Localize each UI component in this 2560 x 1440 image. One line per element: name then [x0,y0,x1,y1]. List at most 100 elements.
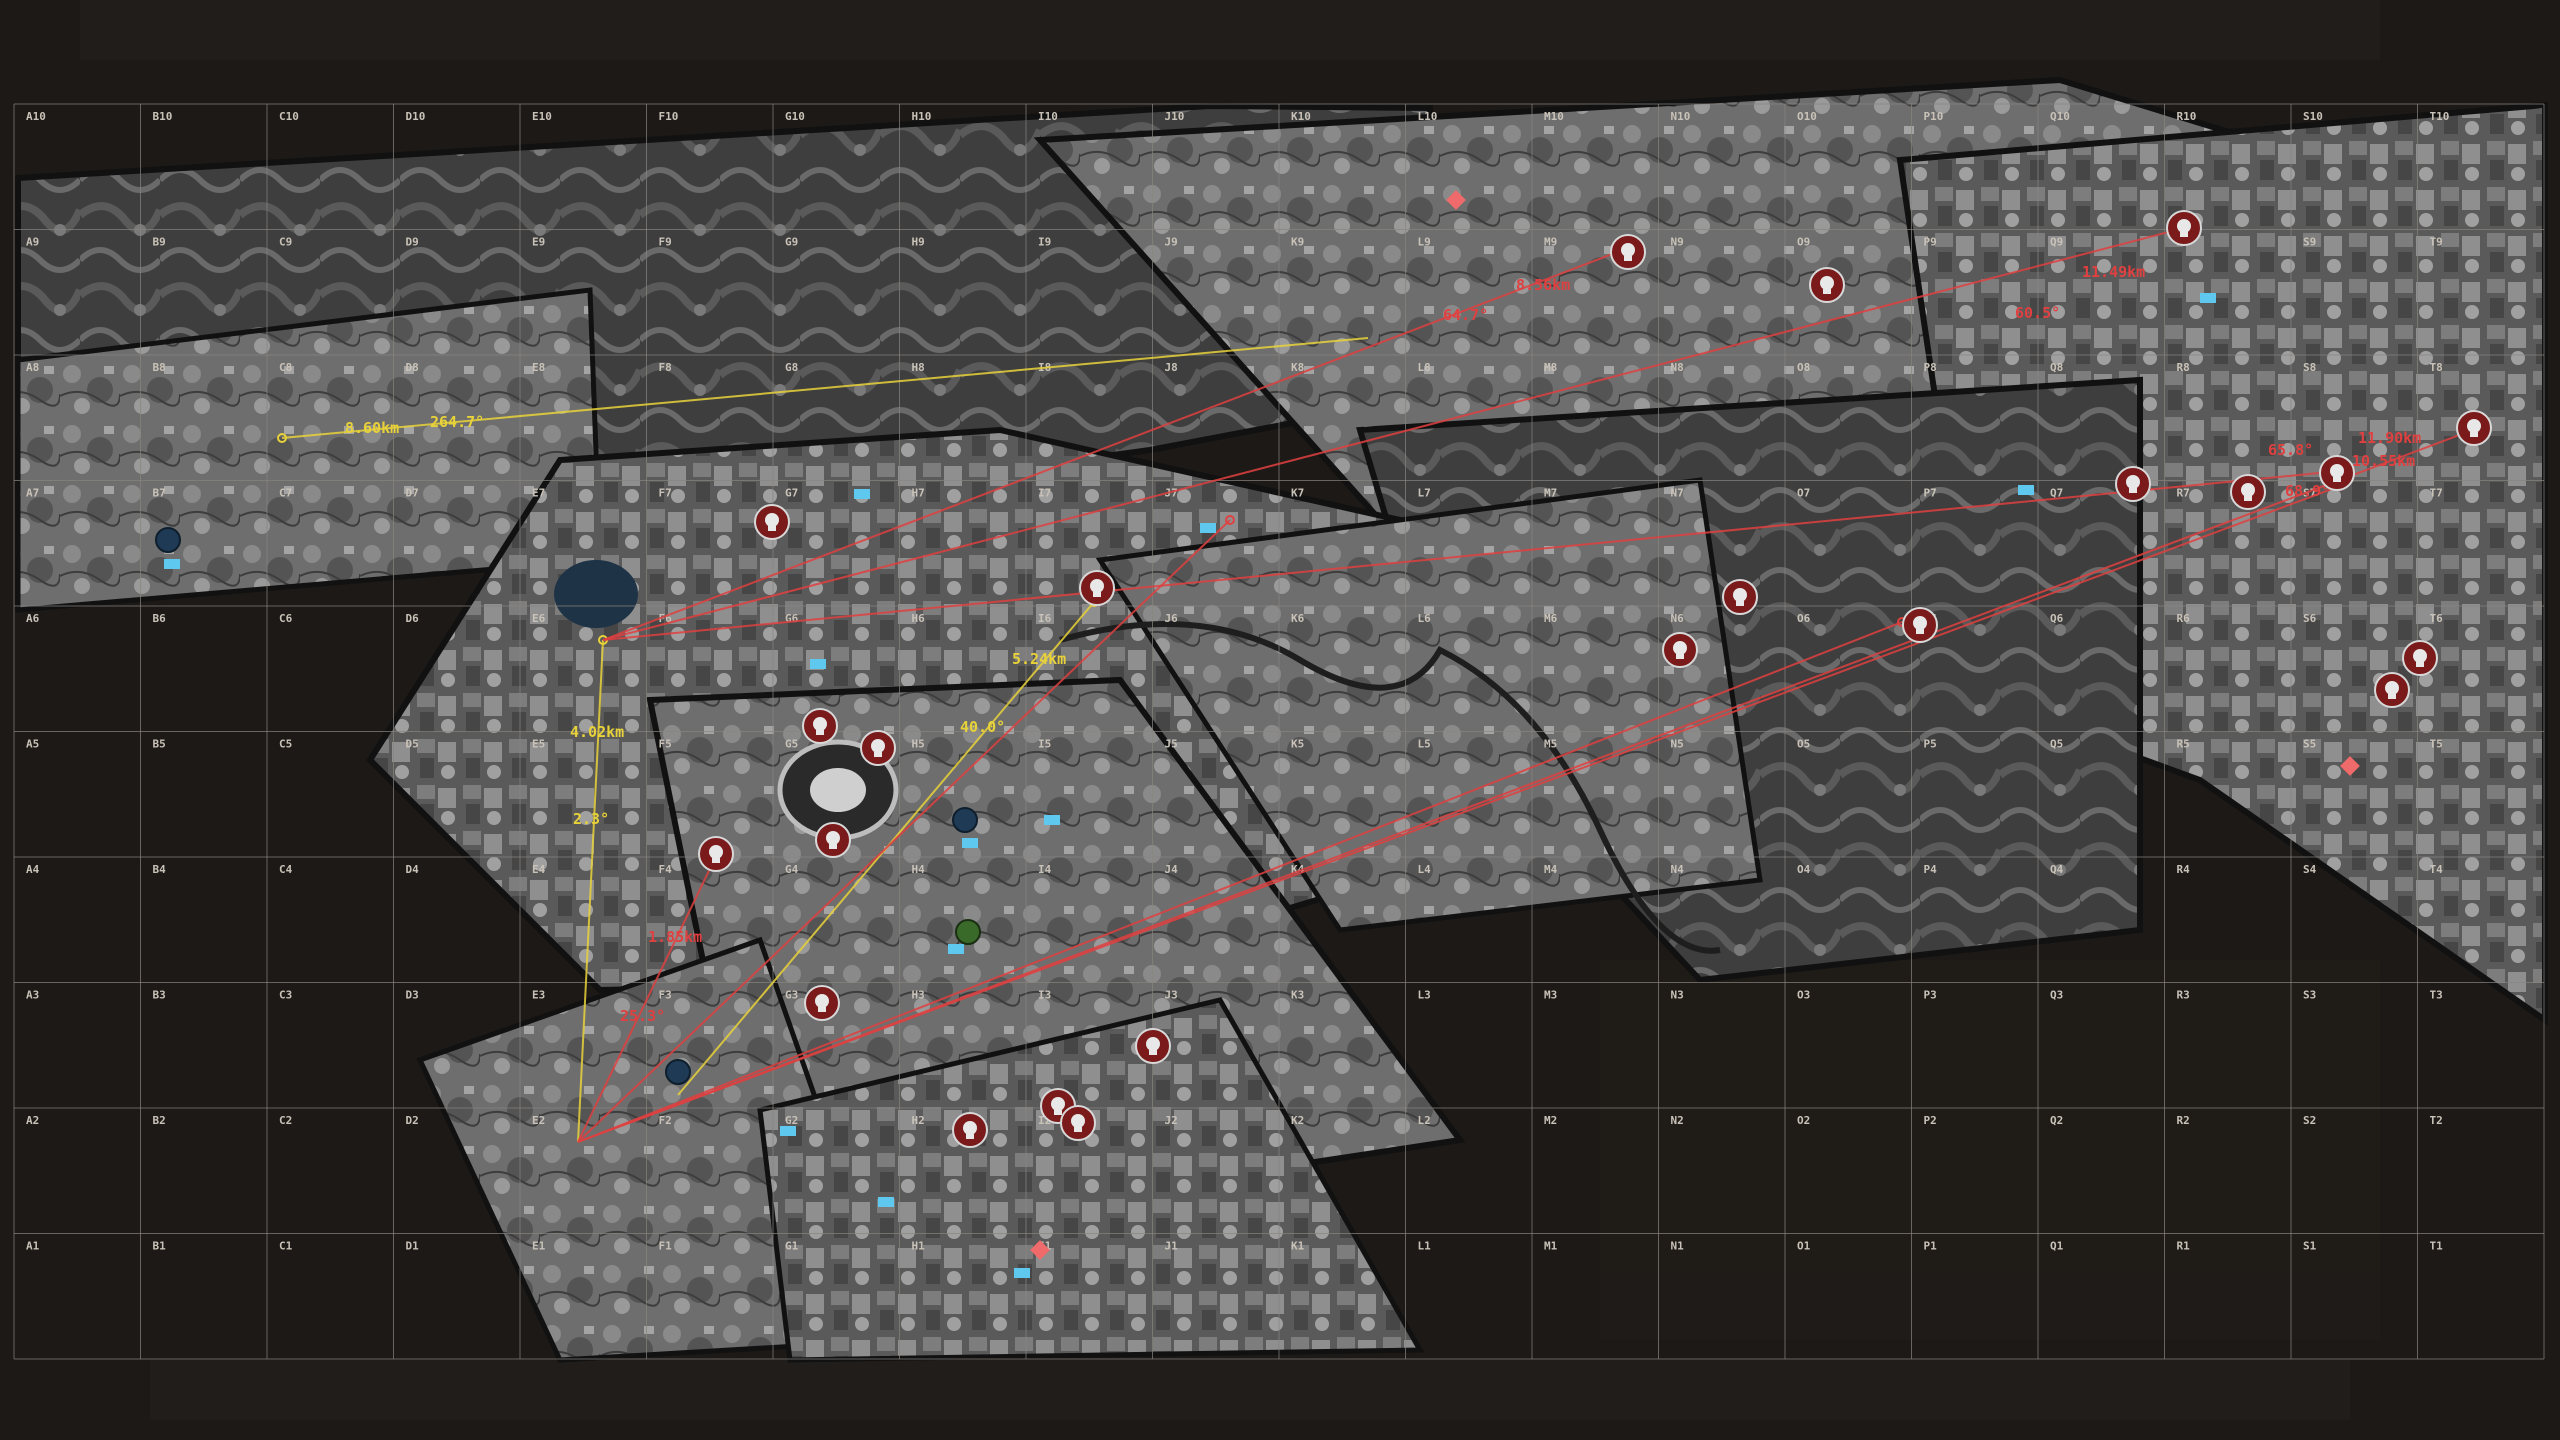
skull-marker-icon[interactable] [2115,466,2151,502]
measurement-distance: 1.85km [648,928,702,946]
grid-cell-label: F9 [659,236,672,249]
grid-cell-label: H9 [912,236,925,249]
grid-cell-label: G5 [785,738,798,751]
skull-marker-icon[interactable] [2456,410,2492,446]
intel-tag-icon[interactable] [948,944,964,954]
grid-cell-label: O1 [1797,1240,1811,1253]
skull-marker-icon[interactable] [1902,607,1938,643]
grid-cell-label: G4 [785,863,799,876]
grid-cell-label: Q4 [2050,863,2064,876]
grid-cell-label: T10 [2430,110,2450,123]
grid-cell-label: E6 [532,612,546,625]
intel-tag-icon[interactable] [1014,1268,1030,1278]
grid-cell-label: R3 [2177,989,2190,1002]
grid-cell-label: N4 [1671,863,1685,876]
grid-cell-label: M2 [1544,1114,1557,1127]
grid-cell-label: A9 [26,236,39,249]
skull-marker-icon[interactable] [860,730,896,766]
grid-cell-label: O10 [1797,110,1817,123]
grid-cell-label: Q9 [2050,236,2063,249]
grid-cell-label: T6 [2430,612,2444,625]
grid-cell-label: I9 [1038,236,1051,249]
grid-cell-label: E9 [532,236,545,249]
grid-cell-label: Q1 [2050,1240,2064,1253]
skull-marker-icon[interactable] [804,985,840,1021]
grid-cell-label: F4 [659,863,673,876]
grid-cell-label: H1 [912,1240,926,1253]
grid-cell-label: B8 [153,361,166,374]
skull-marker-icon[interactable] [2402,640,2438,676]
intel-tag-icon[interactable] [962,838,978,848]
grid-cell-label: A6 [26,612,40,625]
grid-cell-label: H2 [912,1114,925,1127]
skull-marker-icon[interactable] [1809,267,1845,303]
grid-cell-label: I10 [1038,110,1058,123]
skull-marker-icon[interactable] [1060,1105,1096,1141]
grid-cell-label: S4 [2303,863,2317,876]
grid-cell-label: S3 [2303,989,2316,1002]
intel-tag-icon[interactable] [2200,293,2216,303]
intel-tag-icon[interactable] [2018,485,2034,495]
grid-cell-label: L8 [1418,361,1431,374]
grid-cell-label: E10 [532,110,552,123]
skull-marker-icon[interactable] [815,822,851,858]
grid-cell-label: F2 [659,1114,672,1127]
skull-marker-icon[interactable] [1079,570,1115,606]
intel-tag-icon[interactable] [164,559,180,569]
skull-marker-icon[interactable] [2230,474,2266,510]
lake [554,560,638,628]
grid-cell-label: J2 [1165,1114,1178,1127]
grid-cell-label: J10 [1165,110,1185,123]
green-pin-icon[interactable] [955,919,981,945]
grid-cell-label: C3 [279,989,292,1002]
skull-marker-icon[interactable] [1135,1028,1171,1064]
skull-marker-icon[interactable] [754,504,790,540]
intel-tag-icon[interactable] [810,659,826,669]
skull-marker-icon[interactable] [2374,672,2410,708]
grid-cell-label: C8 [279,361,292,374]
skull-marker-icon[interactable] [698,836,734,872]
grid-cell-label: R7 [2177,487,2190,500]
skull-marker-icon[interactable] [2166,210,2202,246]
grid-cell-label: R8 [2177,361,2190,374]
grid-cell-label: P7 [1924,487,1937,500]
skull-marker-icon[interactable] [952,1112,988,1148]
grid-cell-label: P2 [1924,1114,1937,1127]
intel-tag-icon[interactable] [878,1197,894,1207]
intel-tag-icon[interactable] [1200,523,1216,533]
intel-tag-icon[interactable] [854,489,870,499]
grid-cell-label: A8 [26,361,39,374]
grid-cell-label: G8 [785,361,798,374]
grid-cell-label: Q5 [2050,738,2063,751]
grid-cell-label: I6 [1038,612,1052,625]
grid-cell-label: J5 [1165,738,1178,751]
grid-cell-label: J1 [1165,1240,1179,1253]
grid-cell-label: E2 [532,1114,545,1127]
grid-cell-label: S9 [2303,236,2316,249]
skull-marker-icon[interactable] [1662,632,1698,668]
grid-cell-label: T9 [2430,236,2443,249]
grid-cell-label: R4 [2177,863,2191,876]
grid-cell-label: B10 [153,110,173,123]
grid-cell-label: G1 [785,1240,799,1253]
skull-marker-icon[interactable] [1610,234,1646,270]
skull-marker-icon[interactable] [1722,579,1758,615]
intel-tag-icon[interactable] [1044,815,1060,825]
grid-cell-label: F5 [659,738,672,751]
tactical-map[interactable]: A10 B10 C10 D10 E10 F10 G10 H10 I10 J10 K10 L10 M10 N… [0,0,2560,1440]
grid-cell-label: T3 [2430,989,2443,1002]
intel-tag-icon[interactable] [780,1126,796,1136]
skull-marker-icon[interactable] [802,708,838,744]
measurement-bearing: 264.7° [430,413,484,431]
grid-cell-label: K1 [1291,1240,1305,1253]
skull-marker-icon[interactable] [2319,455,2355,491]
measurement-bearing: 65.8° [2268,441,2313,459]
measurement-bearing: 60.5° [2015,304,2060,322]
blue-pin-icon[interactable] [665,1059,691,1085]
grid-cell-label: M7 [1544,487,1557,500]
grid-cell-label: S2 [2303,1114,2316,1127]
blue-pin-icon[interactable] [155,527,181,553]
grid-cell-label: P9 [1924,236,1937,249]
grid-cell-label: D6 [406,612,420,625]
blue-pin-icon[interactable] [952,807,978,833]
